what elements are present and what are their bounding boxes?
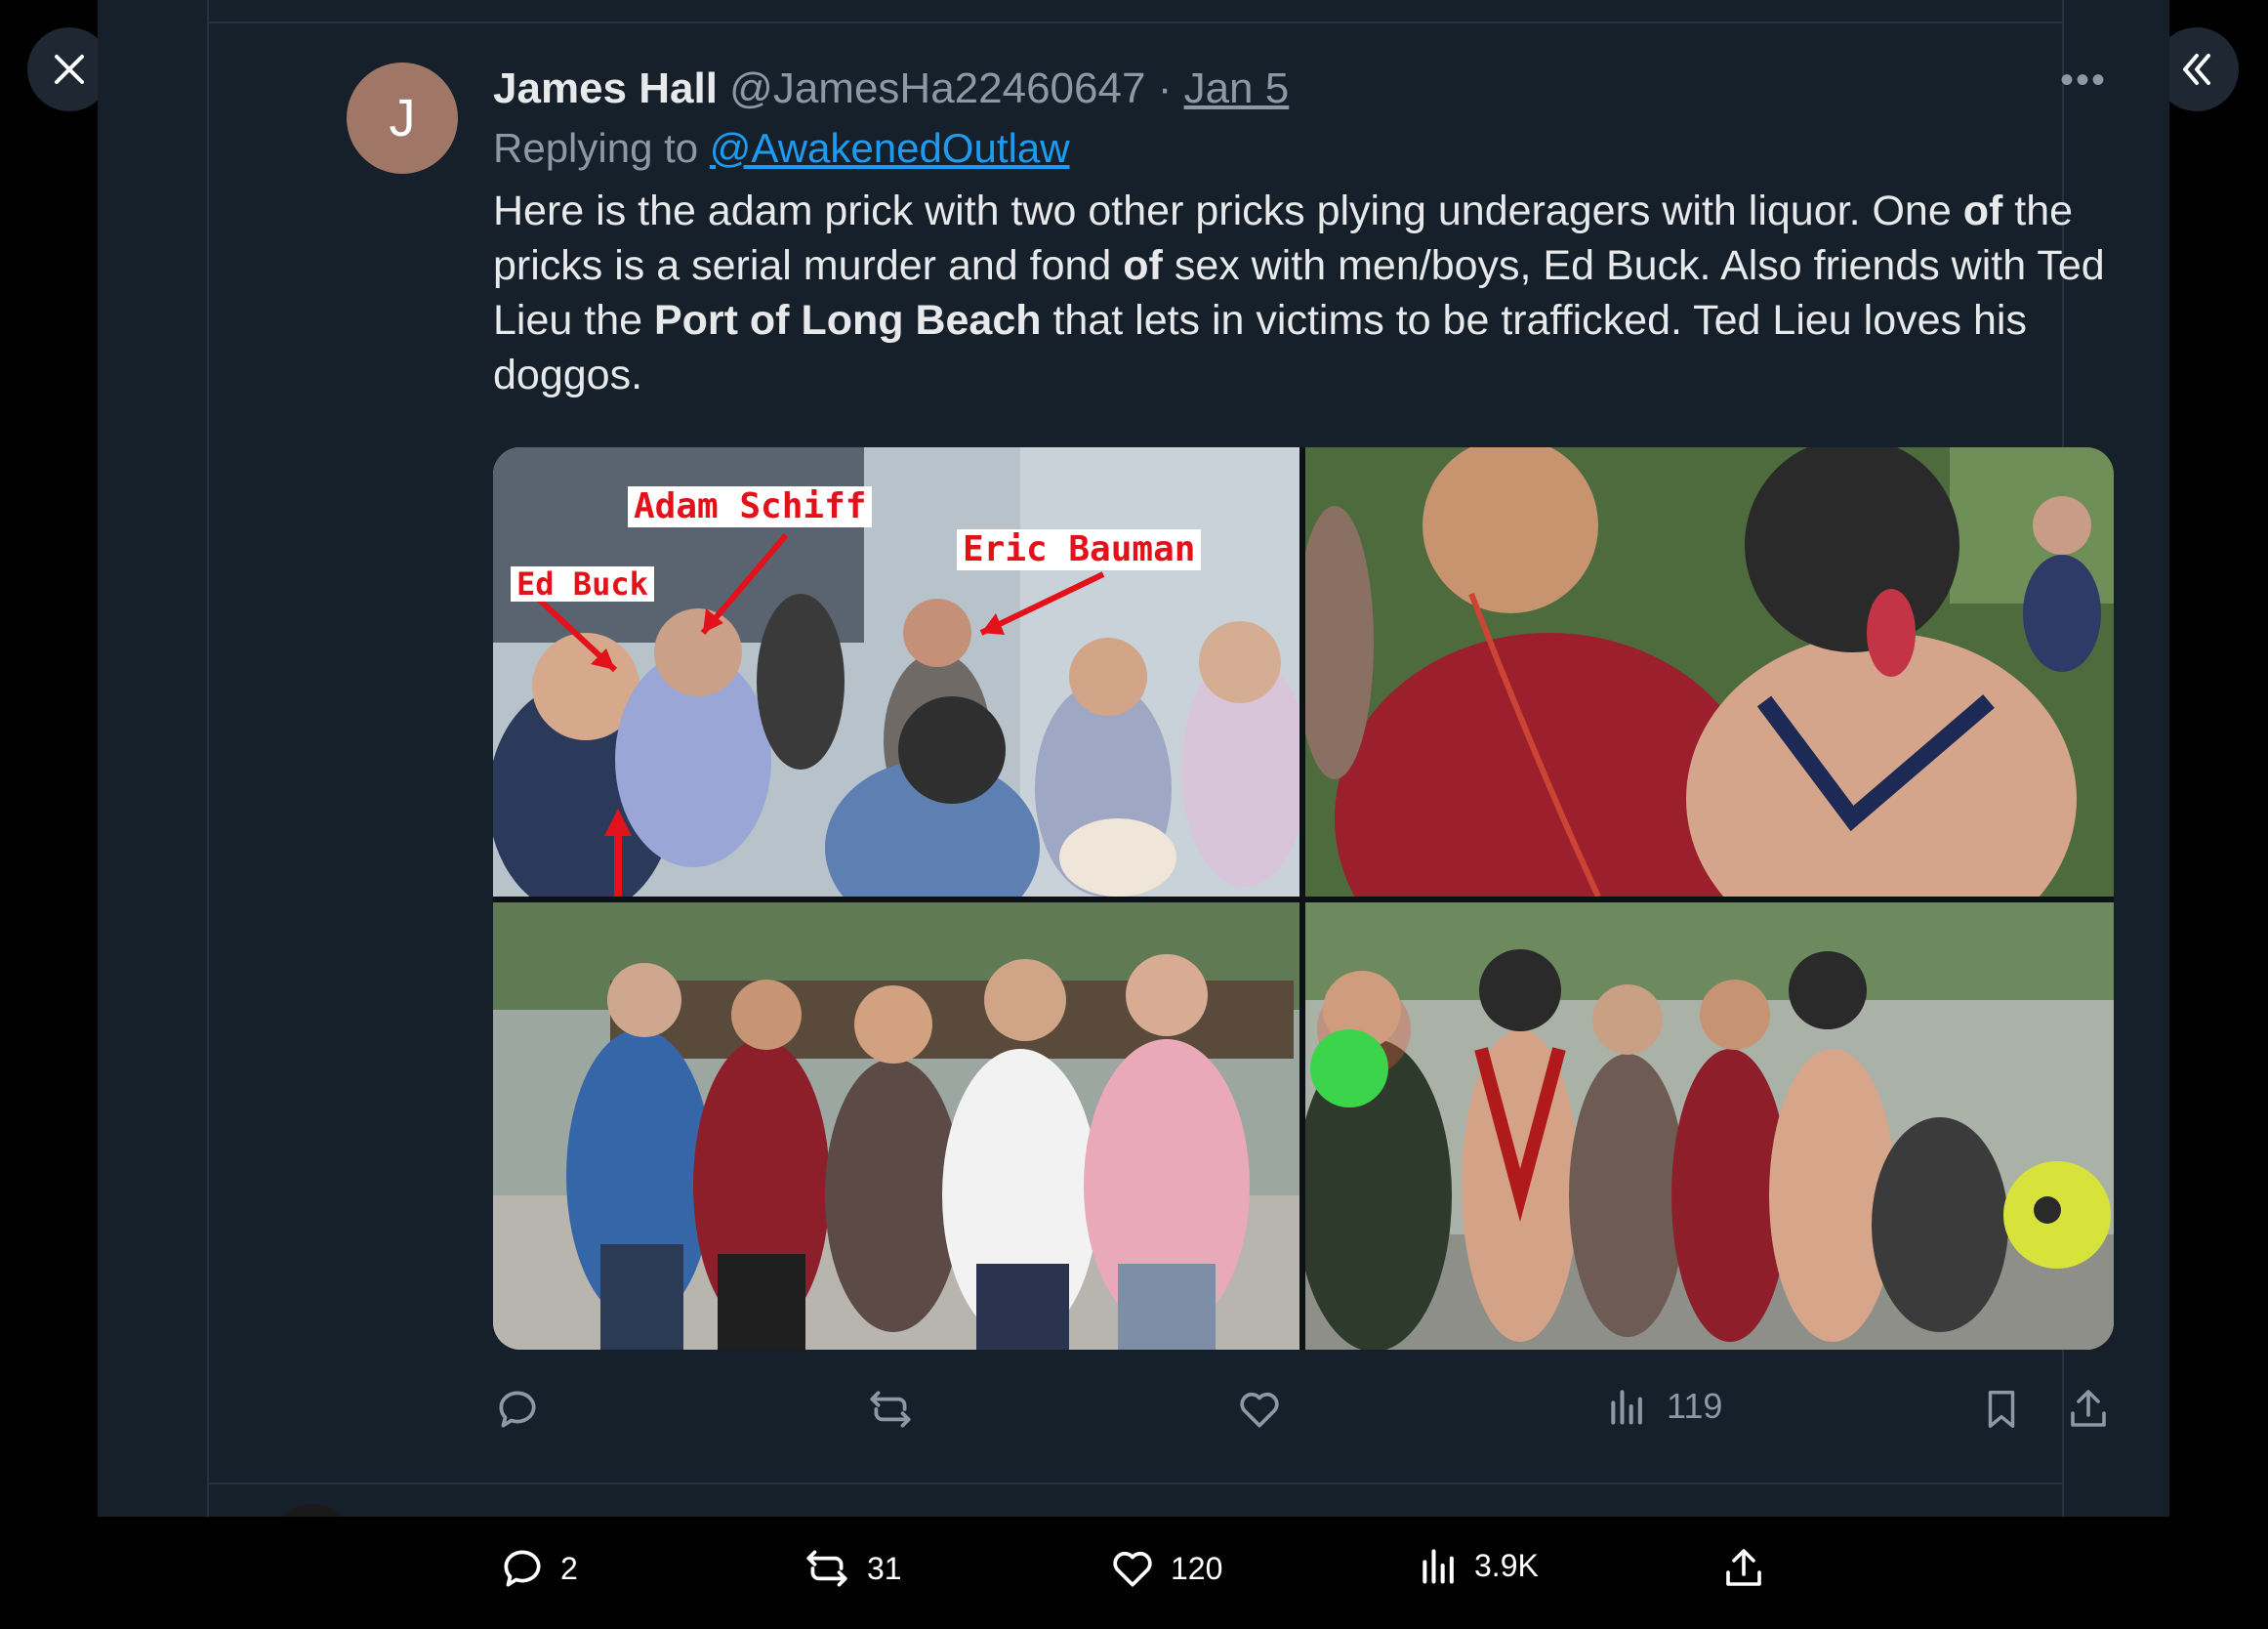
photo-3-image — [493, 902, 1299, 1350]
media-viewer-actions: 2 31 120 3.9K — [0, 1517, 2268, 1629]
photo-2[interactable] — [1305, 447, 2114, 897]
photo-3[interactable] — [493, 902, 1299, 1350]
footer-reply-button[interactable]: 2 — [498, 1544, 578, 1593]
reply-icon — [504, 1550, 541, 1587]
close-icon — [55, 55, 84, 84]
replying-to-link[interactable]: @AwakenedOutlaw — [710, 125, 1070, 171]
divider — [207, 1483, 2062, 1484]
views-icon — [1423, 1549, 1454, 1584]
share-button[interactable] — [2065, 1385, 2112, 1434]
tweet-header: James Hall @JamesHa22460647 · Jan 5 — [493, 64, 1289, 113]
views-count: 3.9K — [1474, 1547, 1539, 1583]
like-button[interactable] — [1235, 1385, 1284, 1434]
photo-1[interactable]: Adam Schiff Eric Bauman Ed Buck — [493, 447, 1299, 897]
like-icon — [1113, 1551, 1152, 1587]
bookmark-button[interactable] — [1979, 1385, 2024, 1434]
share-icon — [1726, 1549, 1761, 1586]
views-button[interactable]: 119 — [1606, 1385, 1722, 1428]
divider — [207, 21, 2062, 23]
tweet-text-part: Here is the adam prick with two other pr… — [493, 188, 1963, 234]
photo-2-image — [1305, 447, 2114, 897]
avatar[interactable]: J — [347, 63, 458, 174]
replying-to: Replying to @AwakenedOutlaw — [493, 125, 1070, 172]
tweet-text-bold: Port of Long Beach — [653, 297, 1042, 344]
retweet-icon — [806, 1550, 847, 1587]
collapse-icon — [2183, 54, 2210, 85]
photo-label: Eric Bauman — [957, 529, 1202, 570]
share-icon — [2071, 1390, 2106, 1427]
bookmark-icon — [1988, 1391, 2015, 1428]
reply-count: 2 — [560, 1550, 578, 1586]
photo-1-image — [493, 447, 1299, 897]
footer-like-button[interactable]: 120 — [1108, 1544, 1222, 1593]
tweet-actions: 119 — [493, 1385, 2153, 1443]
tweet-text-bold: of — [1962, 188, 2003, 234]
tweet-date[interactable]: Jan 5 — [1184, 64, 1290, 112]
tweet-text: Here is the adam prick with two other pr… — [493, 184, 2133, 402]
views-icon — [1611, 1390, 1642, 1425]
photo-4-image — [1305, 902, 2114, 1350]
like-icon — [1240, 1392, 1279, 1428]
author-name[interactable]: James Hall — [493, 64, 718, 112]
footer-views-button[interactable]: 3.9K — [1418, 1544, 1539, 1587]
retweet-count: 31 — [867, 1550, 902, 1586]
column-border — [207, 0, 209, 1517]
photo-4[interactable] — [1305, 902, 2114, 1350]
photo-label: Adam Schiff — [628, 486, 873, 527]
reply-button[interactable] — [493, 1385, 542, 1434]
tweet-text-bold: of — [1123, 242, 1163, 289]
avatar-letter: J — [389, 89, 416, 147]
photo-label: Ed Buck — [511, 566, 654, 602]
replying-prefix: Replying to — [493, 125, 699, 171]
media-grid: Adam Schiff Eric Bauman Ed Buck — [493, 447, 2114, 1350]
separator: · — [1157, 64, 1173, 112]
footer-retweet-button[interactable]: 31 — [801, 1544, 902, 1593]
tweet-panel: J James Hall @JamesHa22460647 · Jan 5 ••… — [98, 0, 2169, 1517]
retweet-icon — [870, 1391, 911, 1428]
views-count: 119 — [1667, 1386, 1723, 1426]
footer-share-button[interactable] — [1720, 1544, 1767, 1593]
retweet-button[interactable] — [864, 1385, 917, 1434]
reply-icon — [499, 1391, 536, 1428]
more-options-button[interactable]: ••• — [2060, 59, 2107, 103]
like-count: 120 — [1171, 1550, 1223, 1586]
author-handle[interactable]: @JamesHa22460647 — [729, 64, 1145, 112]
